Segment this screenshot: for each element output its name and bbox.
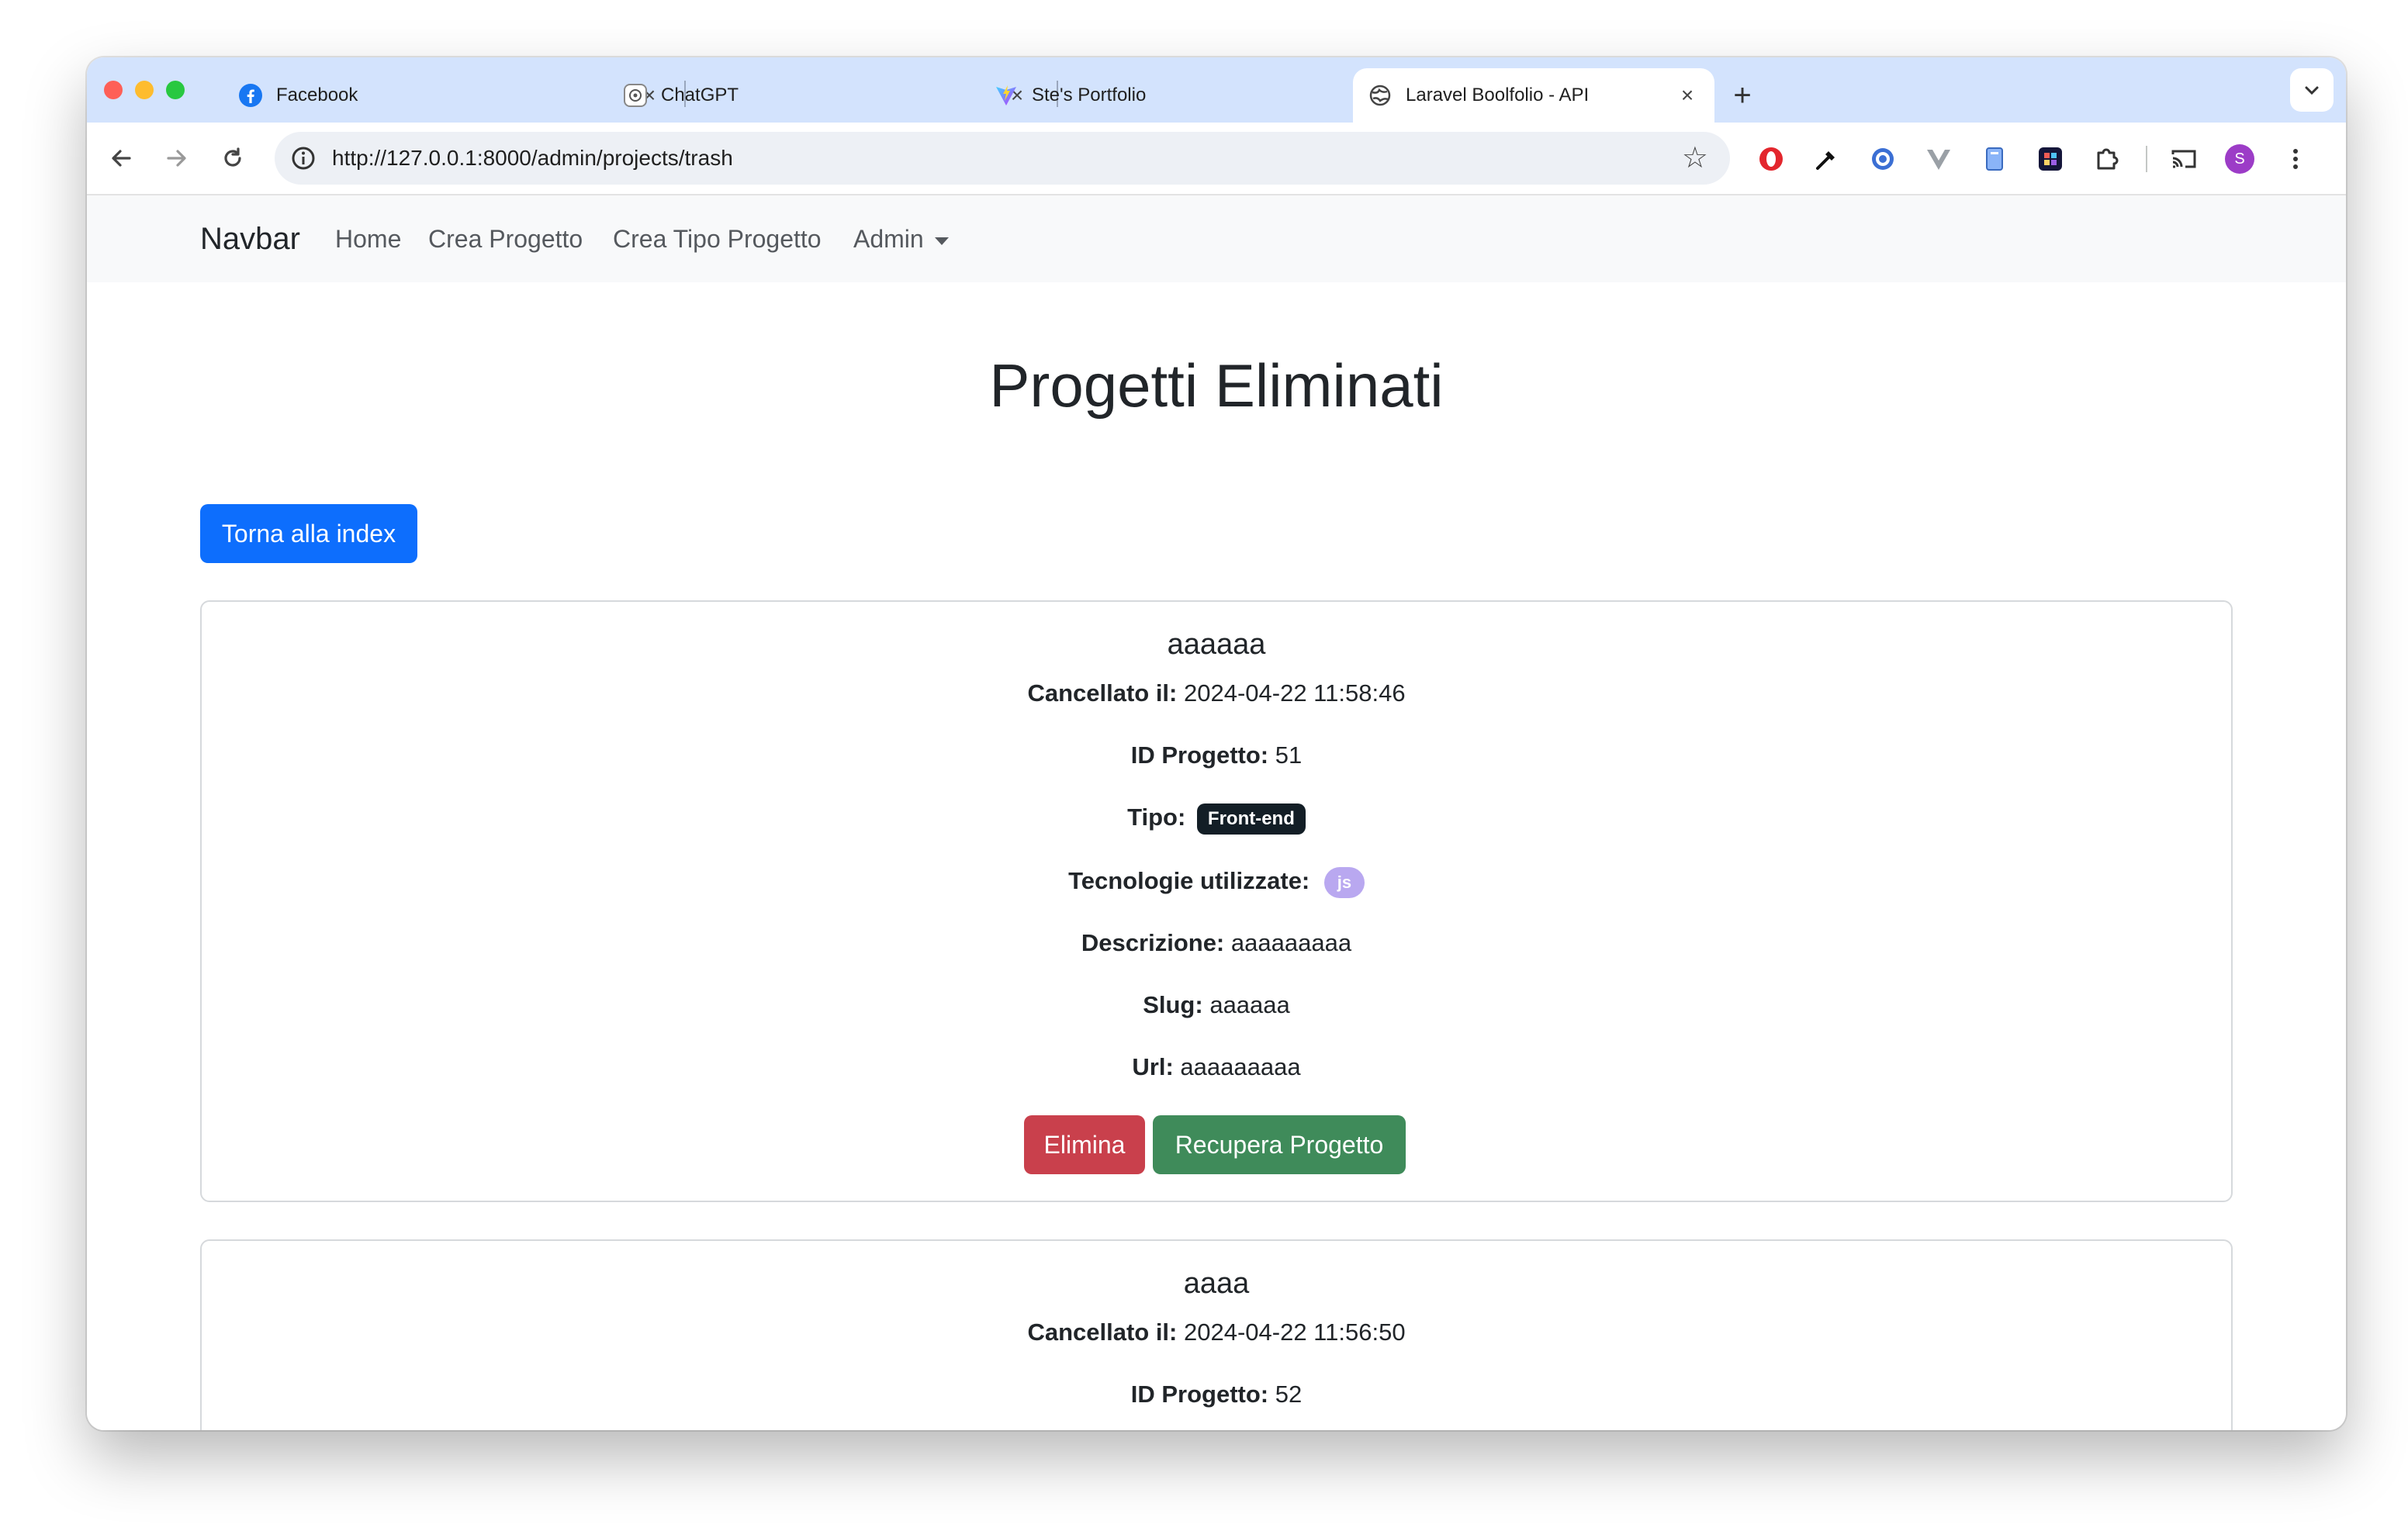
deleted-at-value: 2024-04-22 11:56:50 xyxy=(1184,1318,1406,1346)
project-id-value: 51 xyxy=(1275,741,1303,769)
url-row: Url: aaaaaaaaa xyxy=(202,1053,2231,1081)
close-icon[interactable]: × xyxy=(1676,83,1699,108)
close-window-button[interactable] xyxy=(104,81,123,99)
url-text[interactable]: http://127.0.0.1:8000/admin/projects/tra… xyxy=(332,132,733,185)
tab-search-button[interactable] xyxy=(2290,68,2334,112)
project-id-row: ID Progetto: 52 xyxy=(202,1381,2231,1408)
tab-title: Laravel Boolfolio - API xyxy=(1406,85,1590,105)
vue-devtools-icon[interactable] xyxy=(1922,143,1955,175)
nav-dropdown-label: Admin xyxy=(853,225,924,253)
extensions-puzzle-icon[interactable] xyxy=(2090,143,2123,175)
reload-icon xyxy=(224,147,241,167)
page-title: Progetti Eliminati xyxy=(989,351,1444,420)
navbar-brand[interactable]: Navbar xyxy=(200,195,300,282)
project-id-label: ID Progetto: xyxy=(1130,741,1269,769)
zoom-window-button[interactable] xyxy=(166,81,185,99)
delete-button[interactable]: Elimina xyxy=(1024,1115,1145,1174)
technology-badge: js xyxy=(1323,867,1365,898)
technologies-row: Tecnologie utilizzate: js xyxy=(202,867,2231,898)
minimize-window-button[interactable] xyxy=(135,81,154,99)
project-id-value: 52 xyxy=(1275,1381,1303,1408)
project-name: aaaaaa xyxy=(1167,628,1266,661)
cast-icon[interactable] xyxy=(2168,143,2200,175)
type-badge: Front-end xyxy=(1196,804,1306,835)
back-button[interactable] xyxy=(101,138,141,178)
more-vert-icon xyxy=(2293,149,2298,169)
deleted-at-value: 2024-04-22 11:58:46 xyxy=(1184,679,1406,707)
browser-toolbar: http://127.0.0.1:8000/admin/projects/tra… xyxy=(87,123,2346,195)
restore-project-button[interactable]: Recupera Progetto xyxy=(1153,1115,1406,1174)
page-content: Navbar Home Crea Progetto Crea Tipo Prog… xyxy=(87,195,2346,1430)
description-label: Descrizione: xyxy=(1081,929,1225,956)
description-row: Descrizione: aaaaaaaaa xyxy=(202,929,2231,957)
nav-link-home[interactable]: Home xyxy=(335,195,401,282)
reload-button[interactable] xyxy=(213,138,253,178)
type-label: Tipo: xyxy=(1127,804,1186,831)
forward-button[interactable] xyxy=(157,138,197,178)
tab-title: Ste's Portfolio xyxy=(1032,85,1147,105)
deleted-at-row: Cancellato il: 2024-04-22 11:56:50 xyxy=(202,1318,2231,1346)
tab-title: ChatGPT xyxy=(661,85,739,105)
globe-icon xyxy=(1368,84,1392,107)
slug-value: aaaaaa xyxy=(1209,991,1290,1018)
avatar[interactable]: S xyxy=(2223,143,2256,175)
chevron-down-icon xyxy=(2305,86,2319,95)
nav-dropdown-admin[interactable]: Admin xyxy=(853,195,949,282)
deleted-at-label: Cancellato il: xyxy=(1027,679,1178,707)
url-label: Url: xyxy=(1132,1053,1174,1080)
profile-initial: S xyxy=(2234,150,2245,168)
nav-link-crea-tipo-progetto[interactable]: Crea Tipo Progetto xyxy=(613,195,822,282)
bookmark-star-icon[interactable]: ☆ xyxy=(1682,143,1708,174)
description-value: aaaaaaaaa xyxy=(1230,929,1352,956)
site-navbar: Navbar Home Crea Progetto Crea Tipo Prog… xyxy=(87,195,2346,282)
technologies-label: Tecnologie utilizzate: xyxy=(1068,867,1310,895)
caret-down-icon xyxy=(934,237,949,245)
slug-row: Slug: aaaaaa xyxy=(202,991,2231,1019)
chatgpt-icon xyxy=(624,84,647,107)
back-to-index-button[interactable]: Torna alla index xyxy=(200,504,417,563)
arrow-left-icon xyxy=(112,150,131,167)
site-info-icon[interactable] xyxy=(290,145,317,171)
opera-extension-icon[interactable] xyxy=(1755,143,1787,175)
tab-title: Facebook xyxy=(276,85,358,105)
arrow-right-icon xyxy=(167,150,186,167)
deleted-at-label: Cancellato il: xyxy=(1027,1318,1178,1346)
eyedropper-extension-icon[interactable] xyxy=(1811,143,1843,175)
new-tab-button[interactable]: + xyxy=(1721,74,1764,118)
facebook-icon xyxy=(239,84,262,107)
url-value: aaaaaaaaa xyxy=(1180,1053,1301,1080)
toolbar-divider xyxy=(2146,146,2147,172)
type-row: Tipo: Front-end xyxy=(202,804,2231,835)
browser-menu-button[interactable] xyxy=(2279,143,2312,175)
tab-portfolio[interactable]: Ste's Portfolio × xyxy=(979,68,1415,123)
slug-label: Slug: xyxy=(1143,991,1203,1018)
tab-laravel-boolfolio[interactable]: Laravel Boolfolio - API × xyxy=(1353,68,1714,123)
nav-link-crea-progetto[interactable]: Crea Progetto xyxy=(428,195,583,282)
clipboard-extension-icon[interactable] xyxy=(1978,143,2011,175)
project-name: aaaa xyxy=(1183,1267,1250,1300)
vite-icon xyxy=(995,84,1018,107)
project-id-row: ID Progetto: 51 xyxy=(202,741,2231,769)
browser-window: Facebook × ChatGPT × Ste's Portfolio × L… xyxy=(87,57,2346,1430)
deleted-at-row: Cancellato il: 2024-04-22 11:58:46 xyxy=(202,679,2231,707)
project-card: aaaa Cancellato il: 2024-04-22 11:56:50 … xyxy=(200,1239,2233,1430)
project-card: aaaaaa Cancellato il: 2024-04-22 11:58:4… xyxy=(200,600,2233,1202)
tab-strip: Facebook × ChatGPT × Ste's Portfolio × L… xyxy=(87,57,2346,123)
project-id-label: ID Progetto: xyxy=(1130,1381,1269,1408)
translate-extension-icon[interactable] xyxy=(1867,143,1899,175)
address-bar[interactable]: http://127.0.0.1:8000/admin/projects/tra… xyxy=(275,132,1730,185)
grid-extension-icon[interactable] xyxy=(2034,143,2067,175)
